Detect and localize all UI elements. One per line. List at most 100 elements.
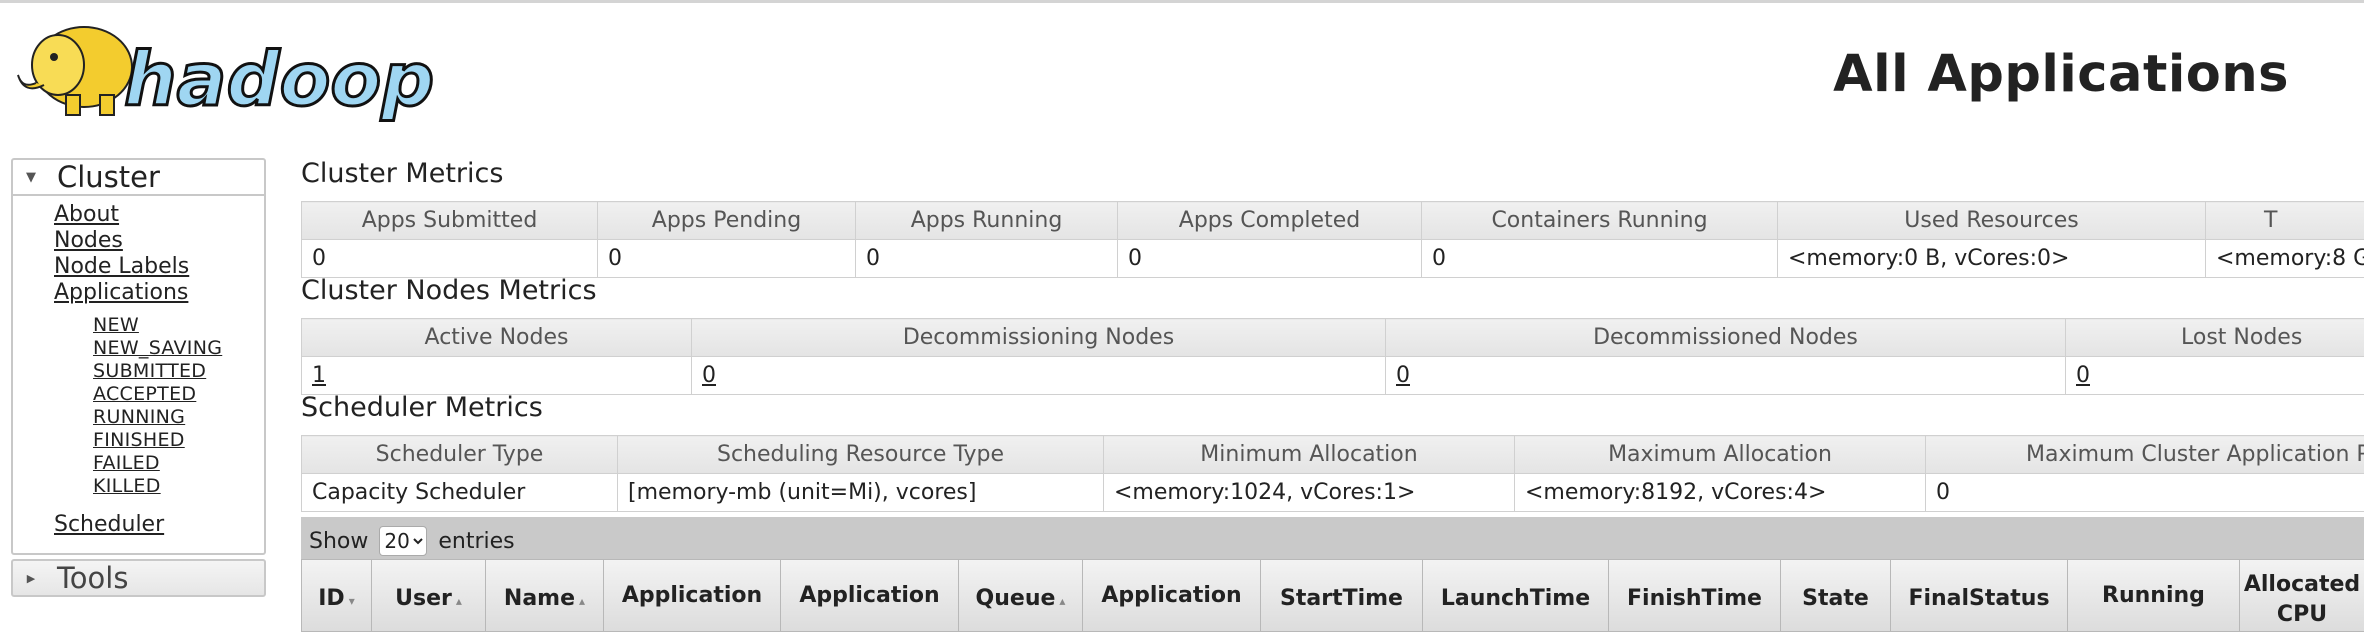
col-application-type-label: Application <box>622 583 762 608</box>
nav-state-submitted[interactable]: SUBMITTED <box>93 360 206 382</box>
scheduler-metrics-title: Scheduler Metrics <box>301 392 543 423</box>
triangle-right-icon: ▶ <box>21 572 41 585</box>
page-size-select[interactable]: 20 <box>379 526 427 556</box>
col-application-type[interactable]: Application <box>604 560 781 632</box>
table-row: Capacity Scheduler [memory-mb (unit=Mi),… <box>302 474 2364 512</box>
col-user-label: User <box>395 586 452 611</box>
col-apps-running: Apps Running <box>856 202 1118 240</box>
col-active-nodes: Active Nodes <box>302 319 692 357</box>
col-apps-pending: Apps Pending <box>598 202 856 240</box>
col-application-tags[interactable]: Application <box>781 560 959 632</box>
nav-nodes-link[interactable]: Nodes <box>54 228 123 253</box>
col-name-label: Name <box>504 586 575 611</box>
col-start-time[interactable]: StartTime <box>1261 560 1423 632</box>
col-application-tags-label: Application <box>799 583 939 608</box>
table-header-row: Scheduler Type Scheduling Resource Type … <box>302 436 2364 474</box>
applications-table-wrapper: Show 20 entries ID ▾ User ▴ Name ▴ Applicat… <box>301 517 2364 627</box>
hadoop-logo[interactable]: hadoop <box>14 15 464 125</box>
nav-about-link[interactable]: About <box>54 202 119 227</box>
col-application-priority[interactable]: Application <box>1083 560 1261 632</box>
applications-table: ID▾ User▴ Name▴ Application Application … <box>301 559 2364 632</box>
col-launch-time[interactable]: LaunchTime <box>1423 560 1609 632</box>
lost-nodes-link[interactable]: 0 <box>2076 363 2090 388</box>
col-used-resources: Used Resources <box>1778 202 2206 240</box>
col-final-status-label: FinalStatus <box>1908 586 2049 611</box>
page-title: All Applications <box>1833 45 2289 104</box>
table-header-row: ID▾ User▴ Name▴ Application Application … <box>302 560 2364 632</box>
col-user[interactable]: User▴ <box>372 560 486 632</box>
nav-state-new-saving[interactable]: NEW_SAVING <box>93 337 222 359</box>
col-id-label: ID <box>318 586 344 611</box>
cell-total-resources: <memory:8 GB <box>2206 240 2364 278</box>
active-nodes-link[interactable]: 1 <box>312 363 326 388</box>
cell-maximum-allocation: <memory:8192, vCores:4> <box>1515 474 1926 512</box>
col-maximum-allocation: Maximum Allocation <box>1515 436 1926 474</box>
nodes-metrics-table: Active Nodes Decommissioning Nodes Decom… <box>301 318 2364 395</box>
sort-icon: ▴ <box>1059 594 1065 608</box>
tools-header-label: Tools <box>57 561 128 595</box>
cluster-nav: About Nodes Node Labels Applications <box>54 202 264 306</box>
cluster-header[interactable]: ▼ Cluster <box>13 160 264 196</box>
cell-minimum-allocation: <memory:1024, vCores:1> <box>1104 474 1515 512</box>
logo-wordmark: hadoop <box>124 37 434 123</box>
col-apps-completed: Apps Completed <box>1118 202 1422 240</box>
cluster-panel: ▼ Cluster About Nodes Node Labels Applic… <box>11 158 266 555</box>
nav-state-running[interactable]: RUNNING <box>93 406 185 428</box>
col-name[interactable]: Name ▴ <box>486 560 604 632</box>
cell-apps-running: 0 <box>856 240 1118 278</box>
col-id[interactable]: ID ▾ <box>302 560 372 632</box>
app-state-nav: NEW NEW_SAVING SUBMITTED ACCEPTED RUNNIN… <box>93 314 264 498</box>
sort-icon: ▾ <box>349 594 355 608</box>
nav-state-finished[interactable]: FINISHED <box>93 429 185 451</box>
col-containers-running: Containers Running <box>1422 202 1778 240</box>
scheduler-metrics-table: Scheduler Type Scheduling Resource Type … <box>301 435 2364 512</box>
col-final-status[interactable]: FinalStatus <box>1891 560 2068 632</box>
col-decommissioning-nodes: Decommissioning Nodes <box>692 319 1386 357</box>
cell-scheduler-type: Capacity Scheduler <box>302 474 618 512</box>
nav-state-failed[interactable]: FAILED <box>93 452 160 474</box>
col-state[interactable]: State <box>1781 560 1891 632</box>
cell-apps-submitted: 0 <box>302 240 598 278</box>
col-queue[interactable]: Queue▴ <box>959 560 1083 632</box>
nav-scheduler-link[interactable]: Scheduler <box>54 512 164 537</box>
cell-apps-completed: 0 <box>1118 240 1422 278</box>
col-application-priority-label: Application <box>1101 583 1241 608</box>
col-lost-nodes: Lost Nodes <box>2066 319 2364 357</box>
col-scheduler-type: Scheduler Type <box>302 436 618 474</box>
col-running-containers[interactable]: Running <box>2068 560 2240 632</box>
table-header-row: Active Nodes Decommissioning Nodes Decom… <box>302 319 2364 357</box>
entries-label: entries <box>438 529 514 554</box>
show-label: Show <box>309 529 368 554</box>
tools-header[interactable]: ▶ Tools <box>13 561 264 595</box>
cell-apps-pending: 0 <box>598 240 856 278</box>
col-minimum-allocation: Minimum Allocation <box>1104 436 1515 474</box>
nav-state-new[interactable]: NEW <box>93 314 139 336</box>
table-row: 0 0 0 0 0 <memory:0 B, vCores:0> <memory… <box>302 240 2364 278</box>
nodes-metrics-title: Cluster Nodes Metrics <box>301 275 597 306</box>
sort-icon: ▴ <box>579 594 585 608</box>
nav-applications-link[interactable]: Applications <box>54 280 188 305</box>
col-queue-label: Queue <box>976 586 1056 611</box>
table-header-row: Apps Submitted Apps Pending Apps Running… <box>302 202 2364 240</box>
nav-node-labels-link[interactable]: Node Labels <box>54 254 189 279</box>
col-finish-time[interactable]: FinishTime <box>1609 560 1781 632</box>
triangle-down-icon: ▼ <box>21 170 41 185</box>
nav-state-accepted[interactable]: ACCEPTED <box>93 383 196 405</box>
col-finish-time-label: FinishTime <box>1627 586 1762 611</box>
col-decommissioned-nodes: Decommissioned Nodes <box>1386 319 2066 357</box>
col-max-cluster-app-priority: Maximum Cluster Application Pric <box>1926 436 2364 474</box>
col-allocated-cpu[interactable]: Allocated CPU <box>2240 560 2364 632</box>
col-start-time-label: StartTime <box>1280 586 1403 611</box>
cluster-header-label: Cluster <box>57 160 160 194</box>
col-total-resources: T <box>2206 202 2364 240</box>
col-launch-time-label: LaunchTime <box>1441 586 1590 611</box>
cell-used-resources: <memory:0 B, vCores:0> <box>1778 240 2206 278</box>
cell-max-cluster-app-priority: 0 <box>1926 474 2364 512</box>
col-state-label: State <box>1802 586 1869 611</box>
decommissioning-nodes-link[interactable]: 0 <box>702 363 716 388</box>
decommissioned-nodes-link[interactable]: 0 <box>1396 363 1410 388</box>
nav-state-killed[interactable]: KILLED <box>93 475 161 497</box>
col-scheduling-resource-type: Scheduling Resource Type <box>618 436 1104 474</box>
tools-panel[interactable]: ▶ Tools <box>11 559 266 597</box>
cell-scheduling-resource-type: [memory-mb (unit=Mi), vcores] <box>618 474 1104 512</box>
